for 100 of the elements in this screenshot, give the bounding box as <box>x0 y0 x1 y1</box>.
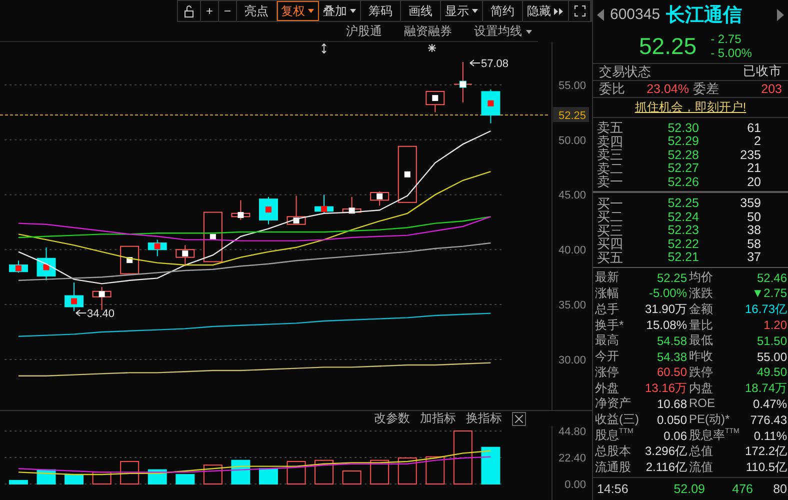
stat-value: 51.50 <box>756 334 787 348</box>
chart-link[interactable]: 融资融券 <box>404 23 452 40</box>
bid-label: 买一 <box>597 196 624 210</box>
candlestick <box>120 246 140 274</box>
stat-value: 49.50 <box>756 365 787 380</box>
candlestick <box>426 90 445 113</box>
candlestick <box>314 194 334 214</box>
stat-value: 10.68 <box>656 396 687 411</box>
candlestick <box>64 282 84 312</box>
stat-label: 昨收 <box>688 349 714 364</box>
stat-value: 3.296亿 <box>644 443 687 460</box>
ask-label: 卖四 <box>597 134 624 148</box>
price-axis-label: 35.00 <box>558 300 586 312</box>
caret-icon <box>526 30 532 34</box>
candlestick <box>148 239 167 257</box>
status-value: 已收市 <box>743 63 782 80</box>
price-axis-label: 50.00 <box>558 134 586 147</box>
stat-value: ▼2.75 <box>750 286 787 300</box>
stat-value: 15.08% <box>645 318 687 332</box>
next-icon[interactable] <box>777 8 784 21</box>
stock-code: 600345 <box>610 6 660 24</box>
tick-count: 80 <box>772 482 787 496</box>
stat-label: ROE <box>688 396 716 412</box>
ask-label: 卖五 <box>597 121 624 134</box>
stat-value: 1.20 <box>762 318 787 332</box>
bid-volume: 359 <box>739 196 761 210</box>
chart-link[interactable]: 沪股通 <box>346 23 382 40</box>
ask-label: 卖三 <box>597 148 624 162</box>
bid-price: 52.22 <box>666 236 699 251</box>
bid-price: 52.25 <box>666 196 699 210</box>
tick-time: 14:56 <box>597 482 630 496</box>
stat-label: 总股本 <box>594 444 632 460</box>
volume-bar <box>342 470 362 484</box>
indicator-link[interactable]: 换指标 <box>466 410 502 427</box>
price-axis-label: 55.00 <box>558 80 586 92</box>
volume-bar <box>453 430 472 484</box>
status-label: 交易状态 <box>599 62 651 81</box>
ask-volume: 235 <box>739 148 761 162</box>
diff-value: 203 <box>760 82 782 96</box>
bid-volume: 37 <box>746 250 761 264</box>
bid-volume: 50 <box>746 210 761 224</box>
stat-value: 52.25 <box>656 270 687 285</box>
ask-volume: 2 <box>753 134 761 148</box>
last-price: 52.25 <box>639 32 697 60</box>
arrow-icon <box>470 60 480 66</box>
bid-price: 52.23 <box>666 223 699 238</box>
stat-value: 52.46 <box>756 270 787 285</box>
arrow-icon <box>76 310 86 316</box>
bid-volume: 38 <box>746 223 761 238</box>
previous-icon[interactable] <box>597 8 604 21</box>
stat-label: 换手* <box>594 318 625 332</box>
ask-price: 52.29 <box>666 134 699 148</box>
indicator-link[interactable]: 改参数 <box>374 410 410 427</box>
stat-value: 55.00 <box>756 350 787 364</box>
candlestick <box>453 62 472 103</box>
stat-label: 净资产 <box>594 396 632 412</box>
ask-price: 52.28 <box>666 148 699 162</box>
price-change: - 2.75 <box>710 32 742 46</box>
stat-label: 最低 <box>688 333 714 348</box>
volume-bar <box>259 468 278 484</box>
stat-label: 均价 <box>688 270 714 286</box>
stat-value: 13.16万 <box>644 380 687 398</box>
candlestick <box>370 190 390 206</box>
close-icon[interactable] <box>512 412 526 426</box>
stat-label: 今开 <box>594 349 620 364</box>
stat-value: 0.47% <box>752 396 787 411</box>
stat-value: 60.50 <box>656 365 687 380</box>
volume-axis-label: 44.80 <box>558 426 586 438</box>
ask-volume: 20 <box>746 174 761 189</box>
price-axis-label: 40.00 <box>558 244 586 257</box>
candlestick <box>259 196 278 225</box>
volume-bar <box>370 460 390 484</box>
stat-label: 总手 <box>594 302 620 318</box>
candlestick <box>36 246 56 281</box>
volume-bar <box>286 461 306 484</box>
promo-link[interactable]: 抓住机会，即刻开户! <box>634 98 746 116</box>
stat-label: 最高 <box>594 333 620 348</box>
candlestick <box>92 286 112 311</box>
ma-setting-link[interactable]: 设置均线 <box>474 23 532 40</box>
stat-value: 776.43 <box>749 412 787 427</box>
ref-line-label: 52.25 <box>558 110 586 122</box>
volume-axis-label: 22.40 <box>558 452 586 464</box>
asterisk-icon <box>428 44 436 52</box>
stat-label: 涨停 <box>594 364 620 380</box>
toolbar-button[interactable]: 复权 <box>277 1 319 21</box>
bid-price: 52.21 <box>666 250 699 264</box>
stat-label: 金额 <box>688 302 714 318</box>
stat-label: 流通股 <box>594 460 632 476</box>
percent-change: - 5.00% <box>710 46 752 60</box>
indicator-link[interactable]: 加指标 <box>420 410 456 427</box>
stat-label: 流值 <box>688 460 714 476</box>
current-price-tag: 52.25 <box>553 107 589 122</box>
bid-label: 买四 <box>597 237 624 250</box>
caret-icon <box>308 9 314 13</box>
double-arrow-icon <box>322 43 326 54</box>
bid-price: 52.24 <box>666 210 699 224</box>
candlestick <box>9 260 28 274</box>
stat-value: 0.050 <box>656 412 687 427</box>
stat-label: 涨幅 <box>594 286 620 301</box>
candlestick <box>203 212 222 262</box>
